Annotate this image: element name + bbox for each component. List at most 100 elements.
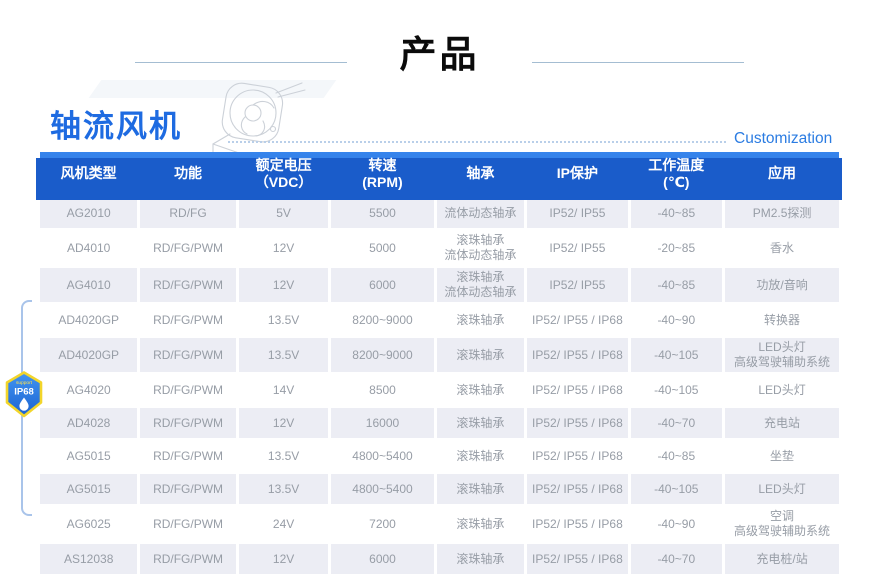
cell-rpm: 4800~5400 xyxy=(331,441,433,471)
cell-temp: -40~70 xyxy=(631,408,723,438)
cell-ip: IP52/ IP55 / IP68 xyxy=(527,441,627,471)
cell-func: RD/FG/PWM xyxy=(140,305,235,335)
table-row: AD4028RD/FG/PWM12V16000滚珠轴承IP52/ IP55 / … xyxy=(40,408,839,438)
cell-type: AG4010 xyxy=(40,268,137,302)
cell-bearing: 滚珠轴承 xyxy=(437,305,525,335)
cell-bearing: 滚珠轴承 xyxy=(437,408,525,438)
table-row: AD4020GPRD/FG/PWM13.5V8200~9000滚珠轴承IP52/… xyxy=(40,305,839,335)
cell-bearing: 滚珠轴承 xyxy=(437,507,525,541)
cell-func: RD/FG/PWM xyxy=(140,507,235,541)
cell-ip: IP52/ IP55 / IP68 xyxy=(527,507,627,541)
cell-app: 空调 高级驾驶辅助系统 xyxy=(725,507,839,541)
cell-bearing: 滚珠轴承 流体动态轴承 xyxy=(437,231,525,265)
cell-voltage: 5V xyxy=(239,198,329,228)
cell-type: AG6025 xyxy=(40,507,137,541)
cell-voltage: 13.5V xyxy=(239,474,329,504)
column-header-rpm: 转速 (RPM) xyxy=(331,157,433,191)
cell-app: LED头灯 xyxy=(725,375,839,405)
cell-temp: -40~105 xyxy=(631,474,723,504)
column-header-ip: IP保护 xyxy=(527,165,627,182)
cell-rpm: 6000 xyxy=(331,268,433,302)
cell-app: PM2.5探测 xyxy=(725,198,839,228)
cell-ip: IP52/ IP55 / IP68 xyxy=(527,474,627,504)
cell-voltage: 13.5V xyxy=(239,305,329,335)
table-row: AG5015RD/FG/PWM13.5V4800~5400滚珠轴承IP52/ I… xyxy=(40,474,839,504)
cell-temp: -20~85 xyxy=(631,231,723,265)
table-row: AG6025RD/FG/PWM24V7200滚珠轴承IP52/ IP55 / I… xyxy=(40,507,839,541)
cell-type: AD4020GP xyxy=(40,305,137,335)
cell-temp: -40~105 xyxy=(631,338,723,372)
table-row: AD4010RD/FG/PWM12V5000滚珠轴承 流体动态轴承IP52/ I… xyxy=(40,231,839,265)
title-divider-right xyxy=(532,62,744,63)
cell-ip: IP52/ IP55 / IP68 xyxy=(527,408,627,438)
cell-bearing: 滚珠轴承 流体动态轴承 xyxy=(437,268,525,302)
table-row: AS12038RD/FG/PWM12V6000滚珠轴承IP52/ IP55 / … xyxy=(40,544,839,574)
cell-app: 香水 xyxy=(725,231,839,265)
cell-ip: IP52/ IP55 / IP68 xyxy=(527,544,627,574)
cell-rpm: 5500 xyxy=(331,198,433,228)
cell-ip: IP52/ IP55 / IP68 xyxy=(527,305,627,335)
cell-func: RD/FG/PWM xyxy=(140,441,235,471)
cell-func: RD/FG/PWM xyxy=(140,474,235,504)
cell-app: 功放/音响 xyxy=(725,268,839,302)
cell-type: AD4010 xyxy=(40,231,137,265)
cell-func: RD/FG/PWM xyxy=(140,268,235,302)
cell-rpm: 4800~5400 xyxy=(331,474,433,504)
column-header-voltage: 额定电压 （VDC） xyxy=(239,157,329,191)
cell-func: RD/FG/PWM xyxy=(140,408,235,438)
badge-ip68-label: IP68 xyxy=(14,387,34,398)
cell-bearing: 滚珠轴承 xyxy=(437,544,525,574)
cell-func: RD/FG/PWM xyxy=(140,338,235,372)
cell-voltage: 12V xyxy=(239,231,329,265)
cell-voltage: 12V xyxy=(239,408,329,438)
cell-app: 坐垫 xyxy=(725,441,839,471)
cell-type: AG2010 xyxy=(40,198,137,228)
cell-ip: IP52/ IP55 / IP68 xyxy=(527,338,627,372)
table-row: AD4020GPRD/FG/PWM13.5V8200~9000滚珠轴承IP52/… xyxy=(40,338,839,372)
cell-rpm: 7200 xyxy=(331,507,433,541)
cell-type: AG5015 xyxy=(40,474,137,504)
cell-temp: -40~70 xyxy=(631,544,723,574)
cell-type: AD4020GP xyxy=(40,338,137,372)
column-header-fan-type: 风机类型 xyxy=(40,165,137,182)
cell-voltage: 14V xyxy=(239,375,329,405)
cell-temp: -40~90 xyxy=(631,507,723,541)
customization-link[interactable]: Customization xyxy=(734,130,832,148)
table-row: AG4020RD/FG/PWM14V8500滚珠轴承IP52/ IP55 / I… xyxy=(40,375,839,405)
cell-voltage: 12V xyxy=(239,544,329,574)
cell-rpm: 8200~9000 xyxy=(331,338,433,372)
cell-bearing: 滚珠轴承 xyxy=(437,474,525,504)
cell-voltage: 12V xyxy=(239,268,329,302)
cell-ip: IP52/ IP55 xyxy=(527,231,627,265)
cell-bearing: 滚珠轴承 xyxy=(437,338,525,372)
cell-func: RD/FG/PWM xyxy=(140,544,235,574)
cell-app: LED头灯 xyxy=(725,474,839,504)
column-header-bearing: 轴承 xyxy=(437,165,525,182)
cell-app: LED头灯 高级驾驶辅助系统 xyxy=(725,338,839,372)
cell-bearing: 流体动态轴承 xyxy=(437,198,525,228)
column-header-temperature: 工作温度 (℃) xyxy=(631,157,723,191)
cell-app: 转换器 xyxy=(725,305,839,335)
cell-temp: -40~90 xyxy=(631,305,723,335)
cell-ip: IP52/ IP55 xyxy=(527,268,627,302)
cell-ip: IP52/ IP55 xyxy=(527,198,627,228)
cell-bearing: 滚珠轴承 xyxy=(437,441,525,471)
cell-rpm: 8500 xyxy=(331,375,433,405)
cell-temp: -40~85 xyxy=(631,198,723,228)
page-title: 产品 xyxy=(0,36,879,73)
column-header-application: 应用 xyxy=(725,165,839,182)
cell-temp: -40~85 xyxy=(631,268,723,302)
table-row: AG2010RD/FG5V5500流体动态轴承IP52/ IP55-40~85P… xyxy=(40,198,839,228)
product-table: 风机类型 功能 额定电压 （VDC） 转速 (RPM) 轴承 IP保护 工作温度… xyxy=(40,152,839,577)
badge-support-label: support xyxy=(16,380,33,386)
table-header-row: 风机类型 功能 额定电压 （VDC） 转速 (RPM) 轴承 IP保护 工作温度… xyxy=(40,152,839,195)
ip68-badge: support IP68 xyxy=(4,371,44,418)
cell-voltage: 13.5V xyxy=(239,441,329,471)
cell-rpm: 8200~9000 xyxy=(331,305,433,335)
cell-func: RD/FG/PWM xyxy=(140,231,235,265)
cell-temp: -40~85 xyxy=(631,441,723,471)
table-body: AG2010RD/FG5V5500流体动态轴承IP52/ IP55-40~85P… xyxy=(40,198,839,574)
cell-ip: IP52/ IP55 / IP68 xyxy=(527,375,627,405)
cell-bearing: 滚珠轴承 xyxy=(437,375,525,405)
section-title: 轴流风机 xyxy=(50,108,182,145)
